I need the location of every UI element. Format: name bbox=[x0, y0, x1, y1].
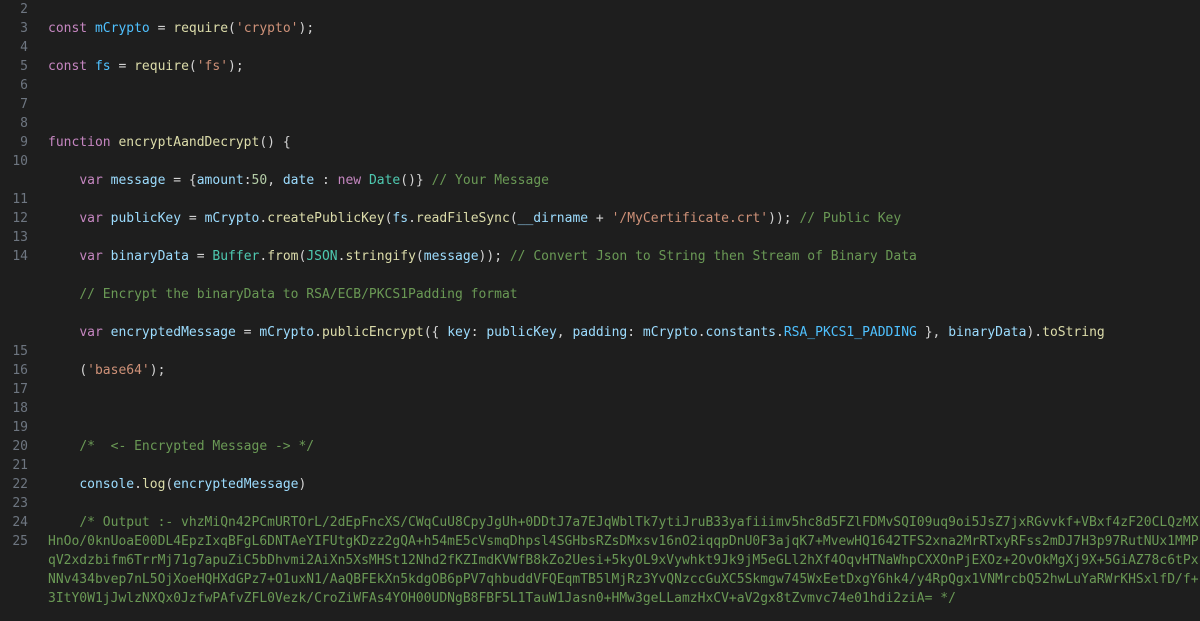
line-number: 7 bbox=[0, 95, 28, 114]
code-editor[interactable]: 2345678910111213141516171819202122232425… bbox=[0, 0, 1200, 621]
line-number: 2 bbox=[0, 0, 28, 19]
line-number bbox=[0, 171, 28, 190]
code-line bbox=[48, 95, 1200, 114]
line-number: 14 bbox=[0, 247, 28, 266]
line-number: 5 bbox=[0, 57, 28, 76]
line-number: 23 bbox=[0, 494, 28, 513]
line-number: 16 bbox=[0, 361, 28, 380]
line-number: 12 bbox=[0, 209, 28, 228]
line-number: 22 bbox=[0, 475, 28, 494]
line-number: 6 bbox=[0, 76, 28, 95]
line-number bbox=[0, 323, 28, 342]
code-line: const fs = require('fs'); bbox=[48, 57, 1200, 76]
code-line: var publicKey = mCrypto.createPublicKey(… bbox=[48, 209, 1200, 228]
line-number: 18 bbox=[0, 399, 28, 418]
code-line: var binaryData = Buffer.from(JSON.string… bbox=[48, 247, 1200, 266]
line-number: 3 bbox=[0, 19, 28, 38]
code-line bbox=[48, 399, 1200, 418]
line-number: 24 bbox=[0, 513, 28, 532]
line-number: 10 bbox=[0, 152, 28, 171]
code-line: const mCrypto = require('crypto'); bbox=[48, 19, 1200, 38]
code-area[interactable]: const mCrypto = require('crypto'); const… bbox=[38, 0, 1200, 621]
line-number: 8 bbox=[0, 114, 28, 133]
line-number: 4 bbox=[0, 38, 28, 57]
line-number: 13 bbox=[0, 228, 28, 247]
line-number: 17 bbox=[0, 380, 28, 399]
line-number: 9 bbox=[0, 133, 28, 152]
line-number: 11 bbox=[0, 190, 28, 209]
line-number: 25 bbox=[0, 532, 28, 551]
code-line: /* <- Encrypted Message -> */ bbox=[48, 437, 1200, 456]
line-number: 21 bbox=[0, 456, 28, 475]
code-line: var message = {amount:50, date : new Dat… bbox=[48, 171, 1200, 190]
code-line: function encryptAandDecrypt() { bbox=[48, 133, 1200, 152]
line-number: 20 bbox=[0, 437, 28, 456]
code-line: ('base64'); bbox=[48, 361, 1200, 380]
code-line: /* Output :- vhzMiQn42PCmURTOrL/2dEpFncX… bbox=[48, 513, 1200, 608]
line-number: 15 bbox=[0, 342, 28, 361]
line-number-gutter: 2345678910111213141516171819202122232425 bbox=[0, 0, 38, 621]
line-number bbox=[0, 266, 28, 285]
line-number bbox=[0, 285, 28, 304]
code-line: var encryptedMessage = mCrypto.publicEnc… bbox=[48, 323, 1200, 342]
code-line: // Encrypt the binaryData to RSA/ECB/PKC… bbox=[48, 285, 1200, 304]
line-number: 19 bbox=[0, 418, 28, 437]
code-line: console.log(encryptedMessage) bbox=[48, 475, 1200, 494]
line-number bbox=[0, 304, 28, 323]
